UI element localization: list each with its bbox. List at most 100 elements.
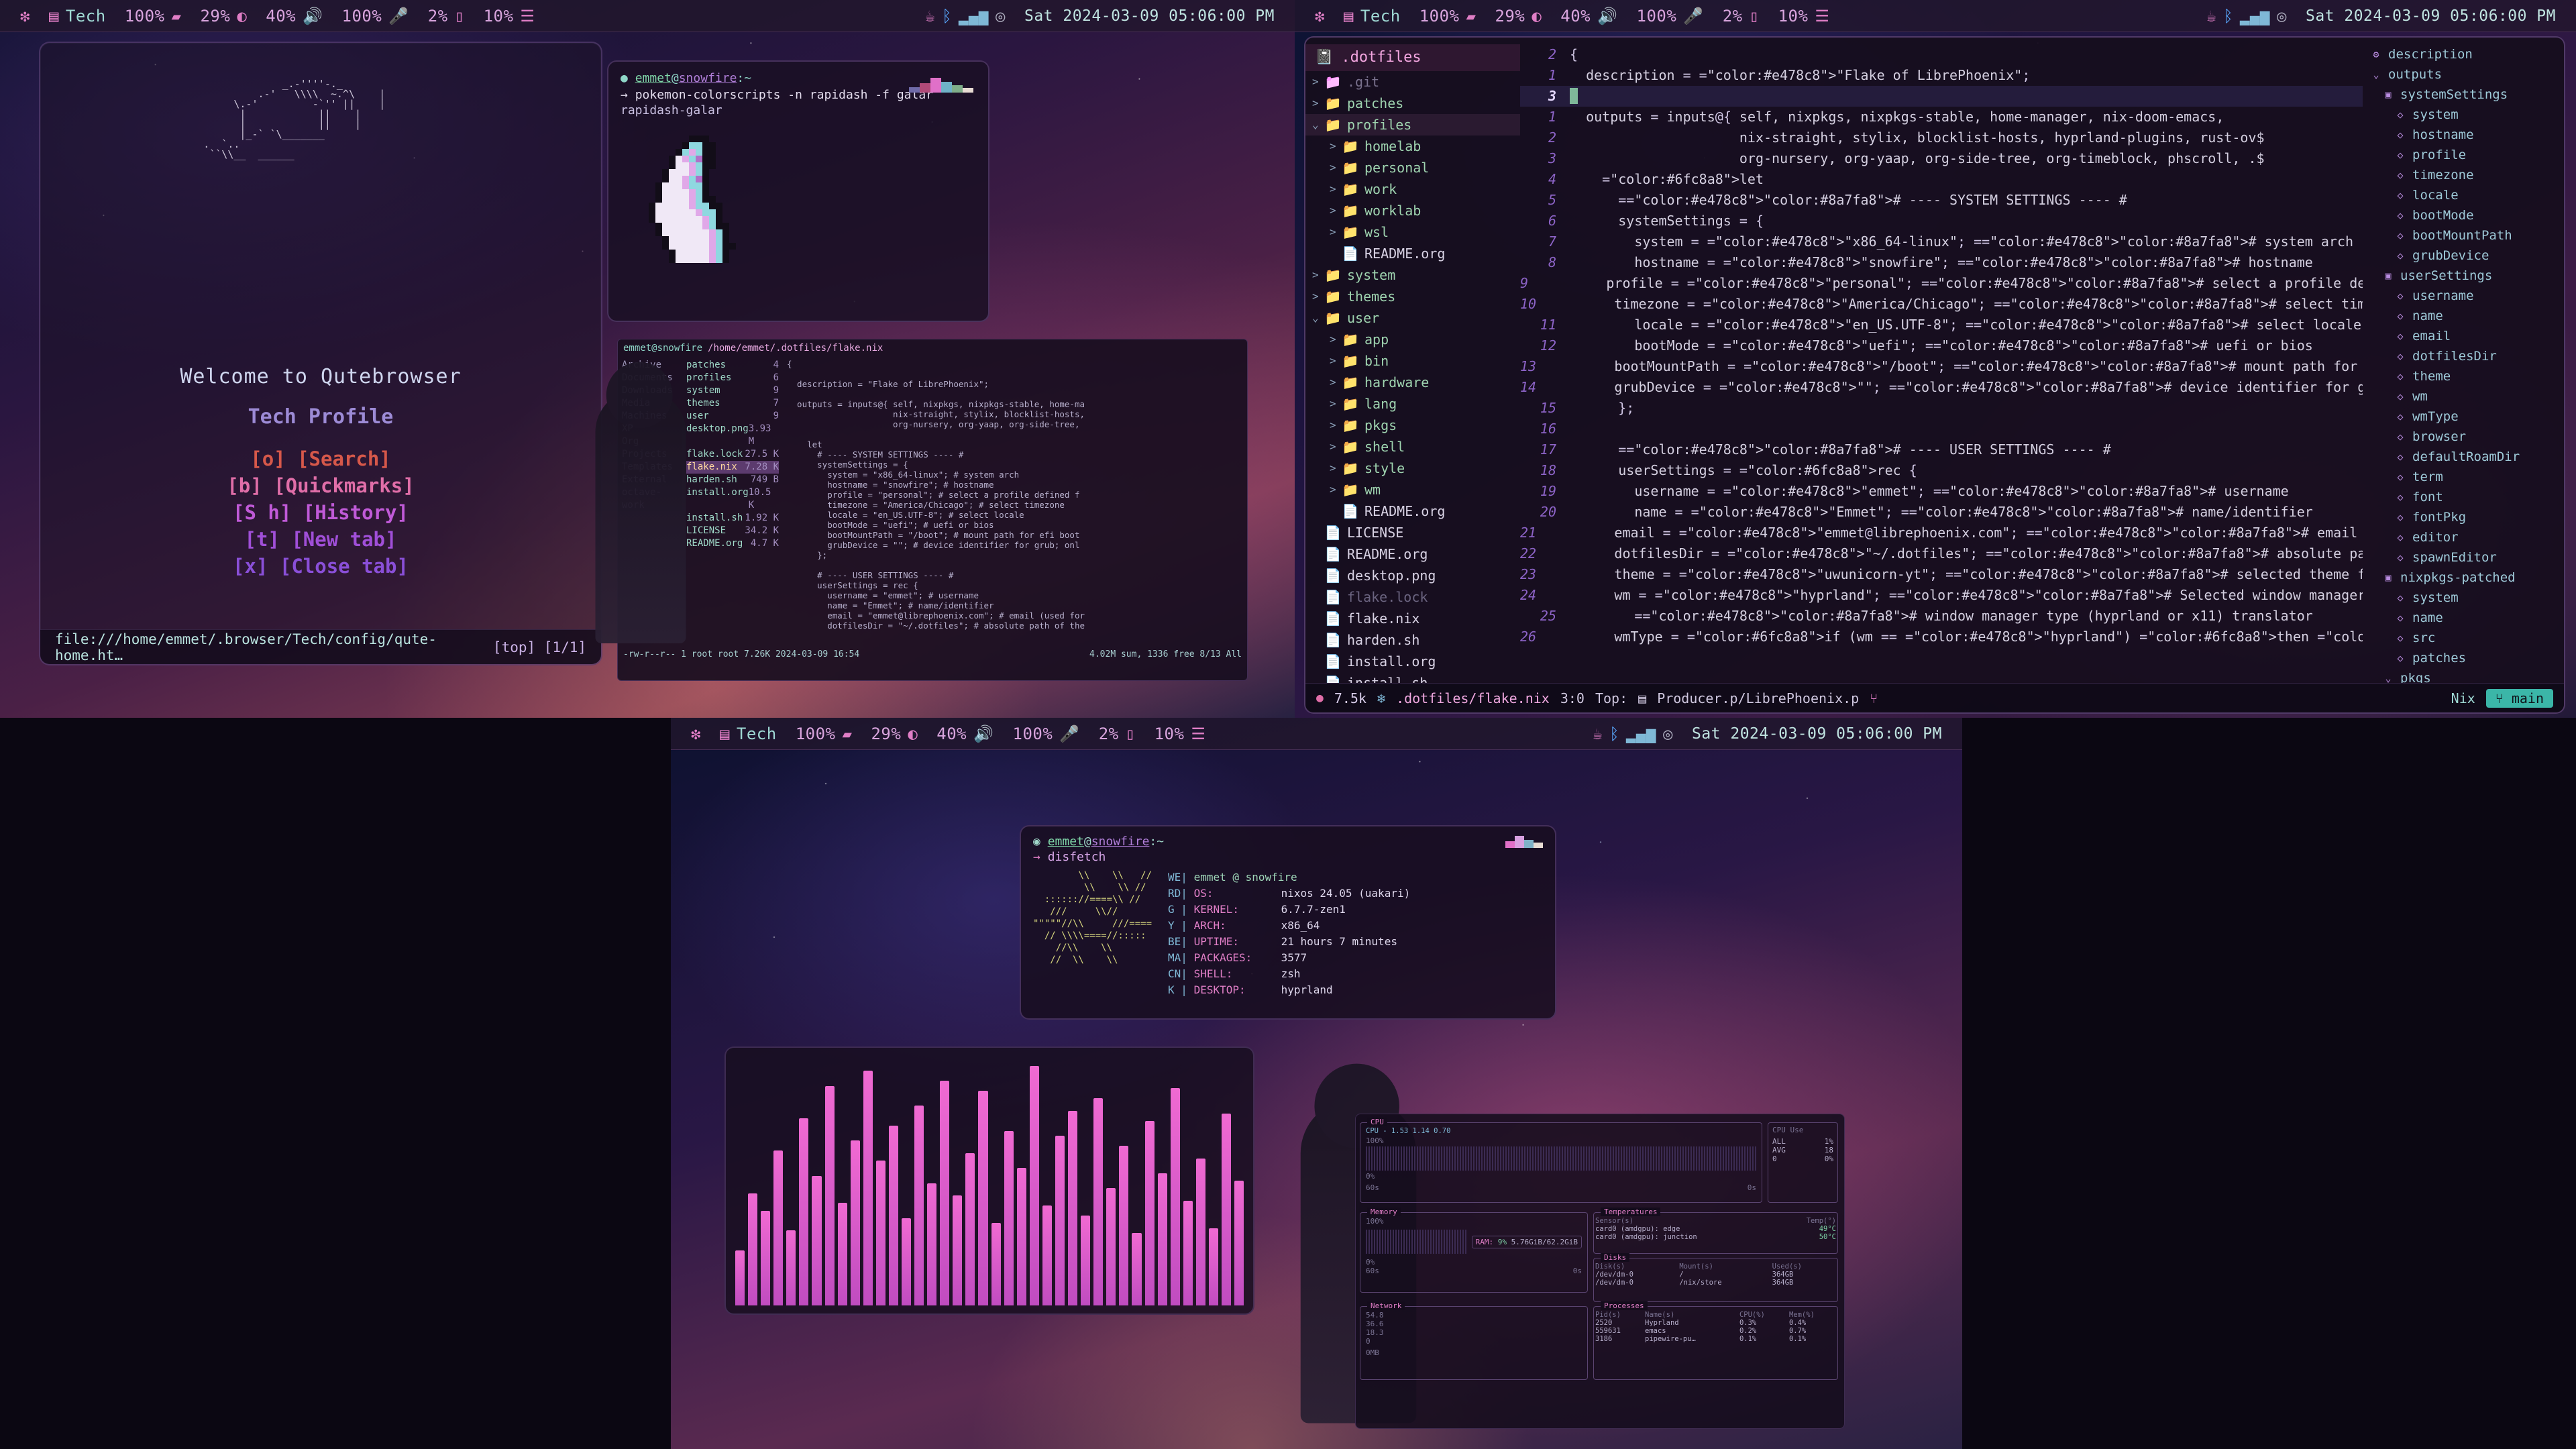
code-line[interactable]: 5 =="color:#e478c8">"color:#8a7fa8"># --…: [1520, 190, 2363, 211]
ranger-file-item[interactable]: system 9: [686, 384, 779, 397]
outline-item-patches[interactable]: ◇ patches: [2369, 648, 2559, 668]
outline-item-systemsettings[interactable]: ▣ systemSettings: [2369, 85, 2559, 105]
neovim-window[interactable]: 📓 .dotfiles > 📁 .git > 📁 patches ⌄ 📁 profiles > 📁 h…: [1304, 36, 2565, 714]
workspace-indicator-2[interactable]: ▤ Tech: [1334, 7, 1410, 25]
outline-item-hostname[interactable]: ◇ hostname: [2369, 125, 2559, 145]
code-line[interactable]: 15 };: [1520, 398, 2363, 419]
battery-widget[interactable]: 100% ▰: [115, 7, 191, 25]
outline-item-description[interactable]: ⚙ description: [2369, 44, 2559, 64]
file-tree-items[interactable]: > 📁 .git > 📁 patches ⌄ 📁 profiles > 📁 homelab > 📁 pers…: [1305, 71, 1520, 683]
code-line[interactable]: 8 hostname = ="color:#e478c8">"snowfire"…: [1520, 252, 2363, 273]
mic-widget[interactable]: 2% ▯: [419, 7, 474, 25]
code-line[interactable]: 9 profile = ="color:#e478c8">"personal";…: [1520, 273, 2363, 294]
file-tree-item-style[interactable]: > 📁 style: [1305, 458, 1520, 479]
outline-item-pkgs[interactable]: ⌄ pkgs: [2369, 668, 2559, 683]
ram-widget-2[interactable]: 29% ◐: [1485, 7, 1551, 25]
outline-item-bootmountpath[interactable]: ◇ bootMountPath: [2369, 225, 2559, 246]
outline-item-outputs[interactable]: ⌄ outputs: [2369, 64, 2559, 85]
code-line[interactable]: 22 dotfilesDir = ="color:#e478c8">"~/.do…: [1520, 543, 2363, 564]
qutebrowser-command-item[interactable]: [x] [Close tab]: [40, 553, 601, 580]
qutebrowser-command-item[interactable]: [b] [Quickmarks]: [40, 472, 601, 499]
status-bar-bottom[interactable]: ❇ ▤ Tech 100% ▰ 29% ◐ 40% 🔊 100% 🎤 2% ▯ 10% ☰ …: [671, 718, 1962, 750]
coffee-icon[interactable]: ☕: [1593, 726, 1603, 742]
file-tree-item-flake-nix[interactable]: 📄 flake.nix: [1305, 608, 1520, 629]
pokemon-terminal-window[interactable]: ● emmet@snowfire:~ → pokemon-colorscript…: [607, 60, 989, 322]
tray-2[interactable]: ☕ ᛒ ▂▄▆ ◎: [2197, 8, 2296, 24]
file-tree-item-homelab[interactable]: > 📁 homelab: [1305, 136, 1520, 157]
file-tree-item-user[interactable]: ⌄ 📁 user: [1305, 307, 1520, 329]
btop-temperatures-box[interactable]: Temperatures Sensor(s) Temp(°) card0 (am…: [1593, 1208, 1838, 1254]
clock-widget-2[interactable]: Sat 2024-03-09 05:06:00 PM: [2296, 7, 2565, 25]
code-line[interactable]: 7 system = ="color:#e478c8">"x86_64-linu…: [1520, 231, 2363, 252]
outline-item-bootmode[interactable]: ◇ bootMode: [2369, 205, 2559, 225]
neovim-symbol-outline[interactable]: ⚙ description ⌄ outputs ▣ systemSettings ◇ syst…: [2363, 38, 2564, 683]
disk-widget-2[interactable]: 10% ☰: [1769, 7, 1839, 25]
btop-processes-box[interactable]: Processes Pid(s) Name(s) CPU(%) Mem(%) 2520…: [1593, 1301, 1838, 1380]
mic-widget-3[interactable]: 2% ▯: [1089, 724, 1145, 743]
file-tree-item-bin[interactable]: > 📁 bin: [1305, 350, 1520, 372]
code-line[interactable]: 11 locale = ="color:#e478c8">"en_US.UTF-…: [1520, 315, 2363, 335]
distro-logo-2[interactable]: ❇: [1305, 8, 1334, 24]
outline-item-username[interactable]: ◇ username: [2369, 286, 2559, 306]
outline-item-usersettings[interactable]: ▣ userSettings: [2369, 266, 2559, 286]
file-tree-item-install-sh[interactable]: 📄 install.sh: [1305, 672, 1520, 683]
branch-badge[interactable]: ⑂ main: [2485, 688, 2553, 708]
ranger-file-item[interactable]: patches 4: [686, 359, 779, 372]
ranger-file-item[interactable]: user 9: [686, 410, 779, 423]
btop-memory-box[interactable]: Memory 100% RAM: 9% 5.76GiB/62.2GiB 0% 6…: [1360, 1208, 1588, 1293]
ranger-file-item[interactable]: profiles 6: [686, 372, 779, 384]
neovim-code-editor[interactable]: 2{1 description = ="color:#e478c8">"Flak…: [1520, 38, 2363, 683]
file-tree-item-patches[interactable]: > 📁 patches: [1305, 93, 1520, 114]
tray-3[interactable]: ☕ ᛒ ▂▄▆ ◎: [1583, 726, 1682, 742]
disk-widget[interactable]: 10% ☰: [474, 7, 545, 25]
code-line[interactable]: 26 wmType = ="color:#6fc8a8">if (wm == =…: [1520, 627, 2363, 647]
volume-widget-3[interactable]: 100% 🎤: [1004, 724, 1089, 743]
outline-item-wmtype[interactable]: ◇ wmType: [2369, 407, 2559, 427]
disfetch-terminal-window[interactable]: ◉ emmet@snowfire:~ → disfetch \\ \\ // \…: [1020, 825, 1556, 1020]
file-tree-item-lang[interactable]: > 📁 lang: [1305, 393, 1520, 415]
file-tree-root[interactable]: 📓 .dotfiles: [1305, 44, 1520, 71]
distro-logo[interactable]: ❇: [11, 8, 40, 24]
outline-item-theme[interactable]: ◇ theme: [2369, 366, 2559, 386]
mic-widget-2[interactable]: 2% ▯: [1713, 7, 1769, 25]
signal-icon[interactable]: ▂▄▆: [1626, 726, 1656, 742]
cava-visualizer-window[interactable]: [724, 1046, 1254, 1315]
file-tree-item-readme-org[interactable]: 📄 README.org: [1305, 543, 1520, 565]
code-line[interactable]: 19 username = ="color:#e478c8">"emmet"; …: [1520, 481, 2363, 502]
btop-disks-box[interactable]: Disks Disk(s) Mount(s) Used(s) /dev/dm-0 / 3…: [1593, 1253, 1838, 1302]
code-line[interactable]: 16: [1520, 419, 2363, 439]
qutebrowser-window[interactable]: _.-''''-._ .-' \\\\ ~.^\ | \.-' -`'' || …: [39, 42, 602, 665]
code-line[interactable]: 4 ="color:#6fc8a8">let: [1520, 169, 2363, 190]
file-tree-item-system[interactable]: > 📁 system: [1305, 264, 1520, 286]
outline-item-fontpkg[interactable]: ◇ fontPkg: [2369, 507, 2559, 527]
outline-item-src[interactable]: ◇ src: [2369, 628, 2559, 648]
code-line[interactable]: 24 wm = ="color:#e478c8">"hyprland"; =="…: [1520, 585, 2363, 606]
code-line[interactable]: 6 systemSettings = {: [1520, 211, 2363, 231]
code-line[interactable]: 2 nix-straight, stylix, blocklist-hosts,…: [1520, 127, 2363, 148]
code-line[interactable]: 10 timezone = ="color:#e478c8">"America/…: [1520, 294, 2363, 315]
ranger-file-item[interactable]: install.org 10.5 K: [686, 486, 779, 512]
record-icon[interactable]: ◎: [2277, 8, 2287, 24]
bluetooth-icon[interactable]: ᛒ: [942, 8, 952, 24]
btop-network-box[interactable]: Network 54.8 36.6 18.3 0 0MB: [1360, 1301, 1588, 1380]
outline-item-timezone[interactable]: ◇ timezone: [2369, 165, 2559, 185]
code-line[interactable]: 2{: [1520, 44, 2363, 65]
code-line[interactable]: 1 description = ="color:#e478c8">"Flake …: [1520, 65, 2363, 86]
file-tree-item-worklab[interactable]: > 📁 worklab: [1305, 200, 1520, 221]
outline-item-email[interactable]: ◇ email: [2369, 326, 2559, 346]
code-line[interactable]: 1 outputs = inputs@{ self, nixpkgs, nixp…: [1520, 107, 2363, 127]
status-bar-top-right[interactable]: ❇ ▤ Tech 100% ▰ 29% ◐ 40% 🔊 100% 🎤 2% ▯ 10% ☰ …: [1295, 0, 2576, 32]
ranger-file-item[interactable]: README.org 4.7 K: [686, 537, 779, 550]
ranger-column-current[interactable]: patches 4 profiles 6 system 9 themes 7 user 9 desk…: [682, 358, 783, 646]
qutebrowser-command-item[interactable]: [t] [New tab]: [40, 526, 601, 553]
btop-cpu-use-box[interactable]: CPU Use ALL 1% AVG 18 0 0%: [1768, 1122, 1838, 1203]
file-tree-item-app[interactable]: > 📁 app: [1305, 329, 1520, 350]
ranger-file-item[interactable]: themes 7: [686, 397, 779, 410]
workspace-indicator-3[interactable]: ▤ Tech: [710, 724, 786, 743]
outline-item-browser[interactable]: ◇ browser: [2369, 427, 2559, 447]
code-line[interactable]: 13 bootMountPath = ="color:#e478c8">"/bo…: [1520, 356, 2363, 377]
outline-item-editor[interactable]: ◇ editor: [2369, 527, 2559, 547]
coffee-icon[interactable]: ☕: [925, 8, 935, 24]
coffee-icon[interactable]: ☕: [2206, 8, 2216, 24]
outline-item-name[interactable]: ◇ name: [2369, 306, 2559, 326]
